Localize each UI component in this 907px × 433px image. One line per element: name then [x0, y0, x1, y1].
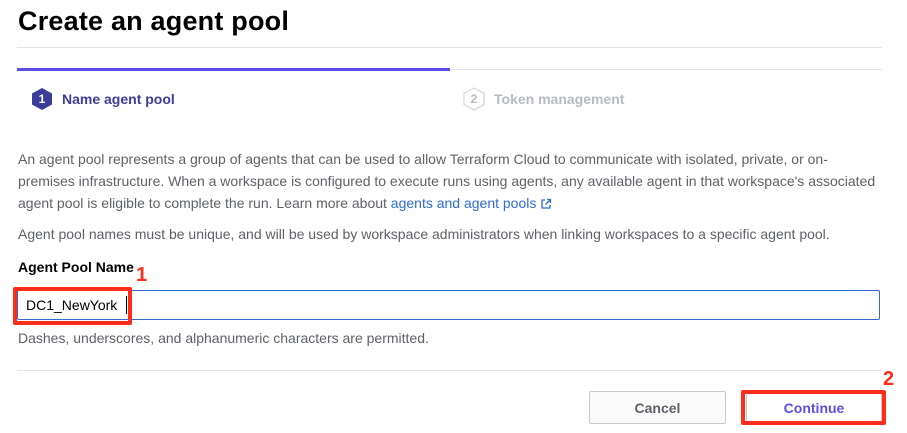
title-divider: [17, 47, 882, 48]
step-2-number: 2: [470, 92, 478, 106]
step-1-badge-icon: 1: [31, 87, 53, 111]
page-title: Create an agent pool: [18, 6, 290, 36]
agents-and-agent-pools-link[interactable]: agents and agent pools: [391, 195, 553, 211]
cancel-button[interactable]: Cancel: [589, 391, 726, 424]
field-hint: Dashes, underscores, and alphanumeric ch…: [18, 330, 429, 346]
agent-pool-name-input[interactable]: [17, 290, 880, 320]
actions-divider: [17, 370, 882, 371]
annotation-marker-2: 2: [883, 368, 895, 390]
uniqueness-note: Agent pool names must be unique, and wil…: [18, 226, 830, 242]
external-link-icon: [541, 198, 552, 209]
intro-paragraph: An agent pool represents a group of agen…: [18, 148, 878, 214]
step-2-badge-icon: 2: [463, 87, 485, 111]
step-token-management[interactable]: 2 Token management: [463, 87, 624, 111]
agent-pool-name-label: Agent Pool Name: [18, 259, 134, 275]
link-text: agents and agent pools: [390, 195, 537, 211]
annotation-marker-1: 1: [136, 264, 148, 286]
step-2-label: Token management: [494, 91, 625, 107]
annotation-box-1: [13, 287, 132, 325]
step-name-agent-pool[interactable]: 1 Name agent pool: [31, 87, 175, 111]
step-1-number: 1: [38, 92, 46, 106]
annotation-box-2: [741, 390, 886, 425]
stepper-progress-bar: [17, 68, 450, 71]
step-1-label: Name agent pool: [62, 91, 175, 107]
